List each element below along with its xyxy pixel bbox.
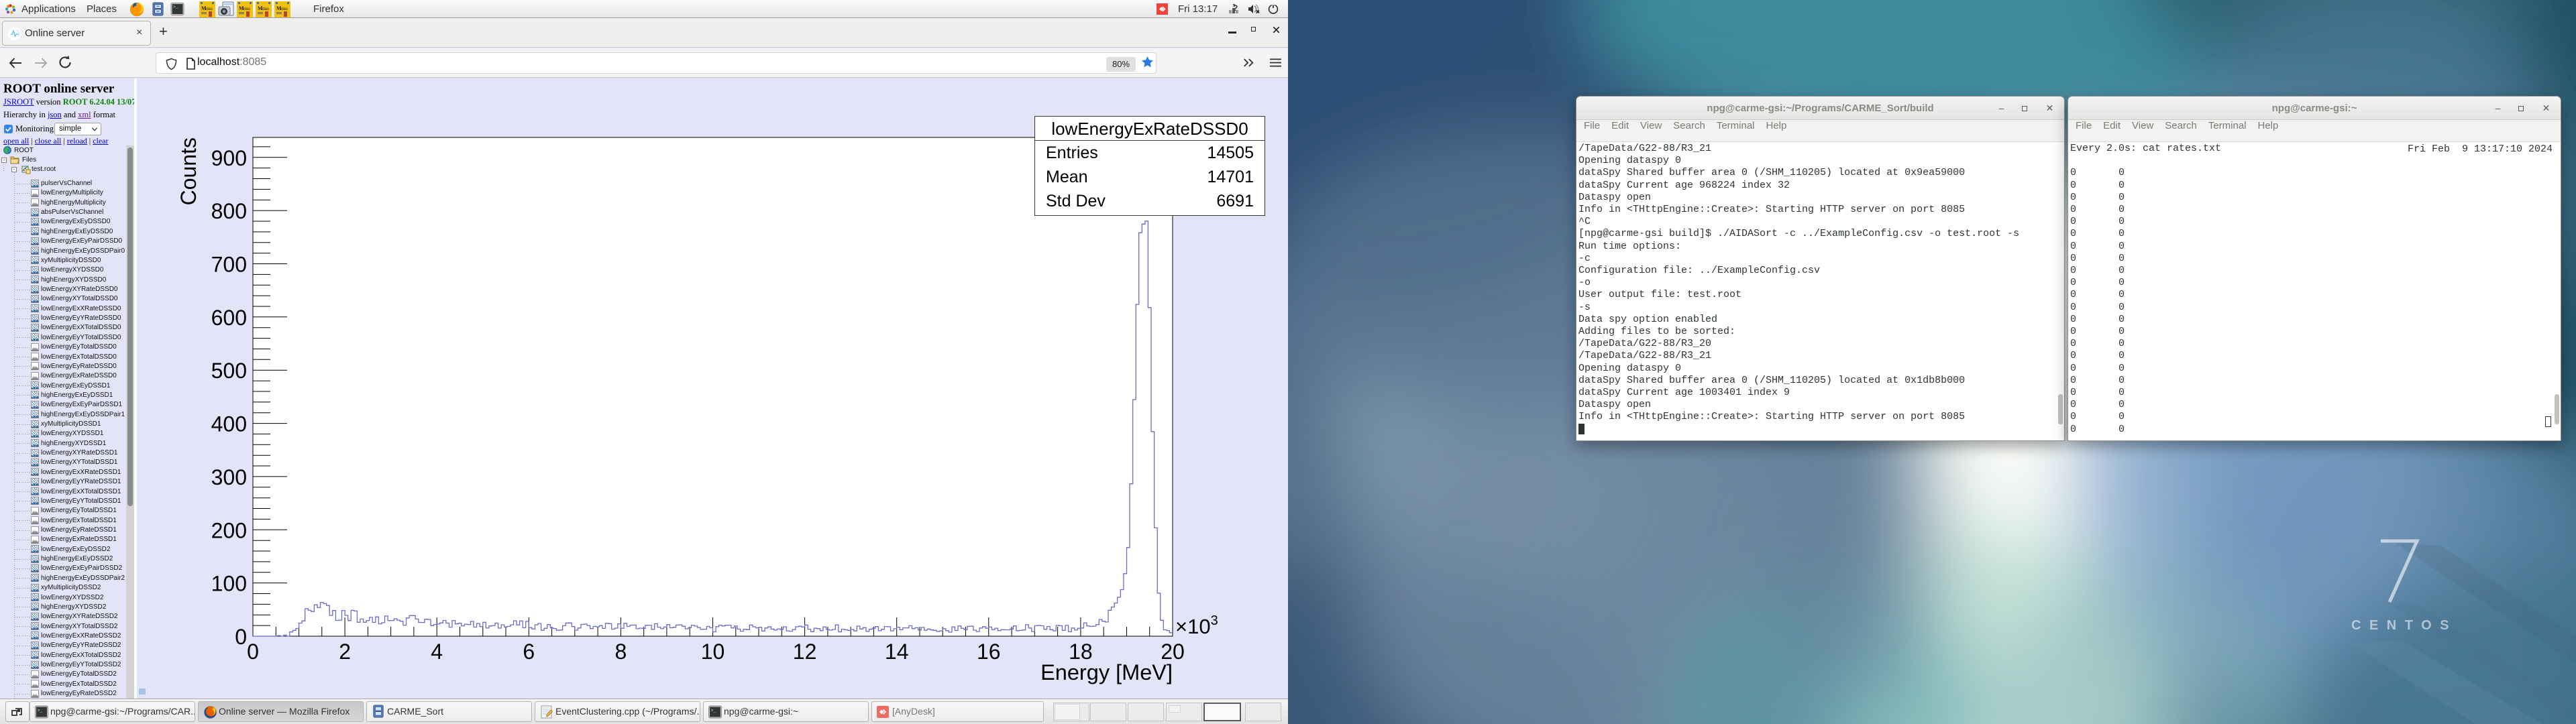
svg-text:300: 300 bbox=[211, 465, 247, 489]
svg-text:200: 200 bbox=[211, 518, 247, 542]
svg-text:8: 8 bbox=[615, 640, 627, 664]
svg-text:12: 12 bbox=[793, 640, 817, 664]
svg-text:6: 6 bbox=[523, 640, 535, 664]
svg-text:Entries: Entries bbox=[1046, 143, 1098, 162]
svg-text:Counts: Counts bbox=[176, 137, 201, 205]
svg-text:10: 10 bbox=[701, 640, 725, 664]
svg-text:2: 2 bbox=[339, 640, 351, 664]
svg-text:14701: 14701 bbox=[1207, 168, 1254, 186]
svg-text:500: 500 bbox=[211, 359, 247, 383]
svg-text:14: 14 bbox=[885, 640, 909, 664]
svg-text:400: 400 bbox=[211, 412, 247, 436]
svg-text:6691: 6691 bbox=[1216, 192, 1254, 210]
svg-text:>_: >_ bbox=[38, 709, 43, 713]
svg-text:100: 100 bbox=[211, 572, 247, 596]
svg-text:×103: ×103 bbox=[1175, 613, 1218, 638]
svg-text:0: 0 bbox=[247, 640, 259, 664]
svg-text:Std Dev: Std Dev bbox=[1046, 192, 1106, 210]
svg-text:700: 700 bbox=[211, 253, 247, 277]
svg-text:CENTOS: CENTOS bbox=[2351, 618, 2457, 633]
svg-text:Energy [MeV]: Energy [MeV] bbox=[1040, 660, 1173, 684]
svg-text:600: 600 bbox=[211, 306, 247, 330]
svg-text:14505: 14505 bbox=[1207, 143, 1254, 162]
svg-text:0: 0 bbox=[235, 625, 247, 649]
svg-text:Mean: Mean bbox=[1046, 168, 1088, 186]
svg-text:4: 4 bbox=[431, 640, 443, 664]
svg-text:16: 16 bbox=[977, 640, 1001, 664]
svg-text:lowEnergyExRateDSSD0: lowEnergyExRateDSSD0 bbox=[1051, 119, 1248, 139]
svg-text:900: 900 bbox=[211, 146, 247, 170]
svg-text:>_: >_ bbox=[711, 709, 716, 713]
svg-text:800: 800 bbox=[211, 199, 247, 223]
